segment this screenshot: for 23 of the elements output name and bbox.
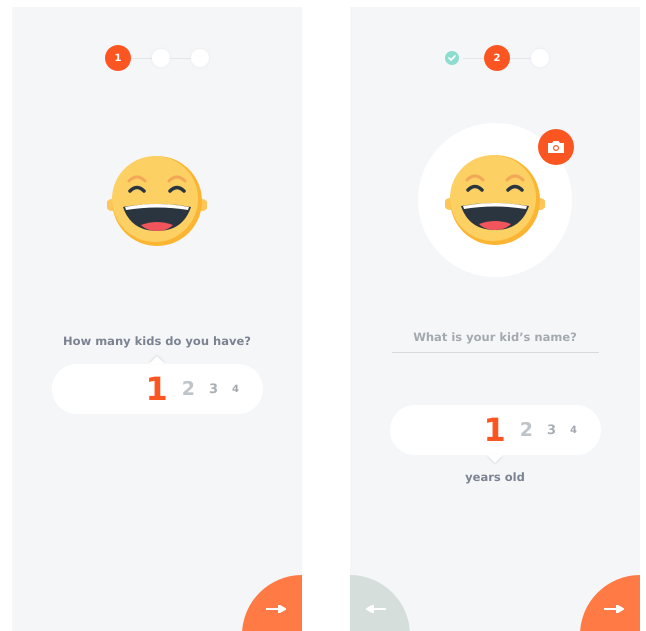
question-label: How many kids do you have? — [63, 333, 251, 350]
number-option[interactable]: 2 — [182, 375, 195, 404]
step-indicator: 1 — [105, 45, 131, 71]
number-option[interactable]: 1 — [146, 365, 168, 414]
pointer-triangle — [487, 455, 503, 464]
number-option[interactable]: 3 — [547, 420, 556, 440]
age-caption: years old — [465, 469, 525, 486]
camera-icon — [547, 140, 565, 154]
number-option[interactable]: 4 — [232, 382, 240, 397]
smiley-face-icon — [107, 155, 207, 247]
step-indicator: 2 — [484, 45, 510, 71]
number-picker[interactable]: 1 2 3 4 — [52, 364, 262, 414]
smiley-face-icon — [445, 154, 545, 246]
number-option[interactable]: 1 — [484, 406, 506, 454]
arrow-right-icon — [604, 605, 624, 613]
arrow-left-icon — [366, 605, 386, 613]
arrow-right-icon — [266, 605, 286, 613]
camera-button[interactable] — [538, 129, 574, 165]
number-option[interactable]: 3 — [209, 380, 218, 399]
number-option[interactable]: 4 — [570, 422, 578, 438]
name-field[interactable]: What is your kid’s name? — [392, 329, 598, 354]
number-option[interactable]: 2 — [520, 416, 533, 444]
number-picker[interactable]: 1 2 3 4 — [390, 405, 600, 456]
